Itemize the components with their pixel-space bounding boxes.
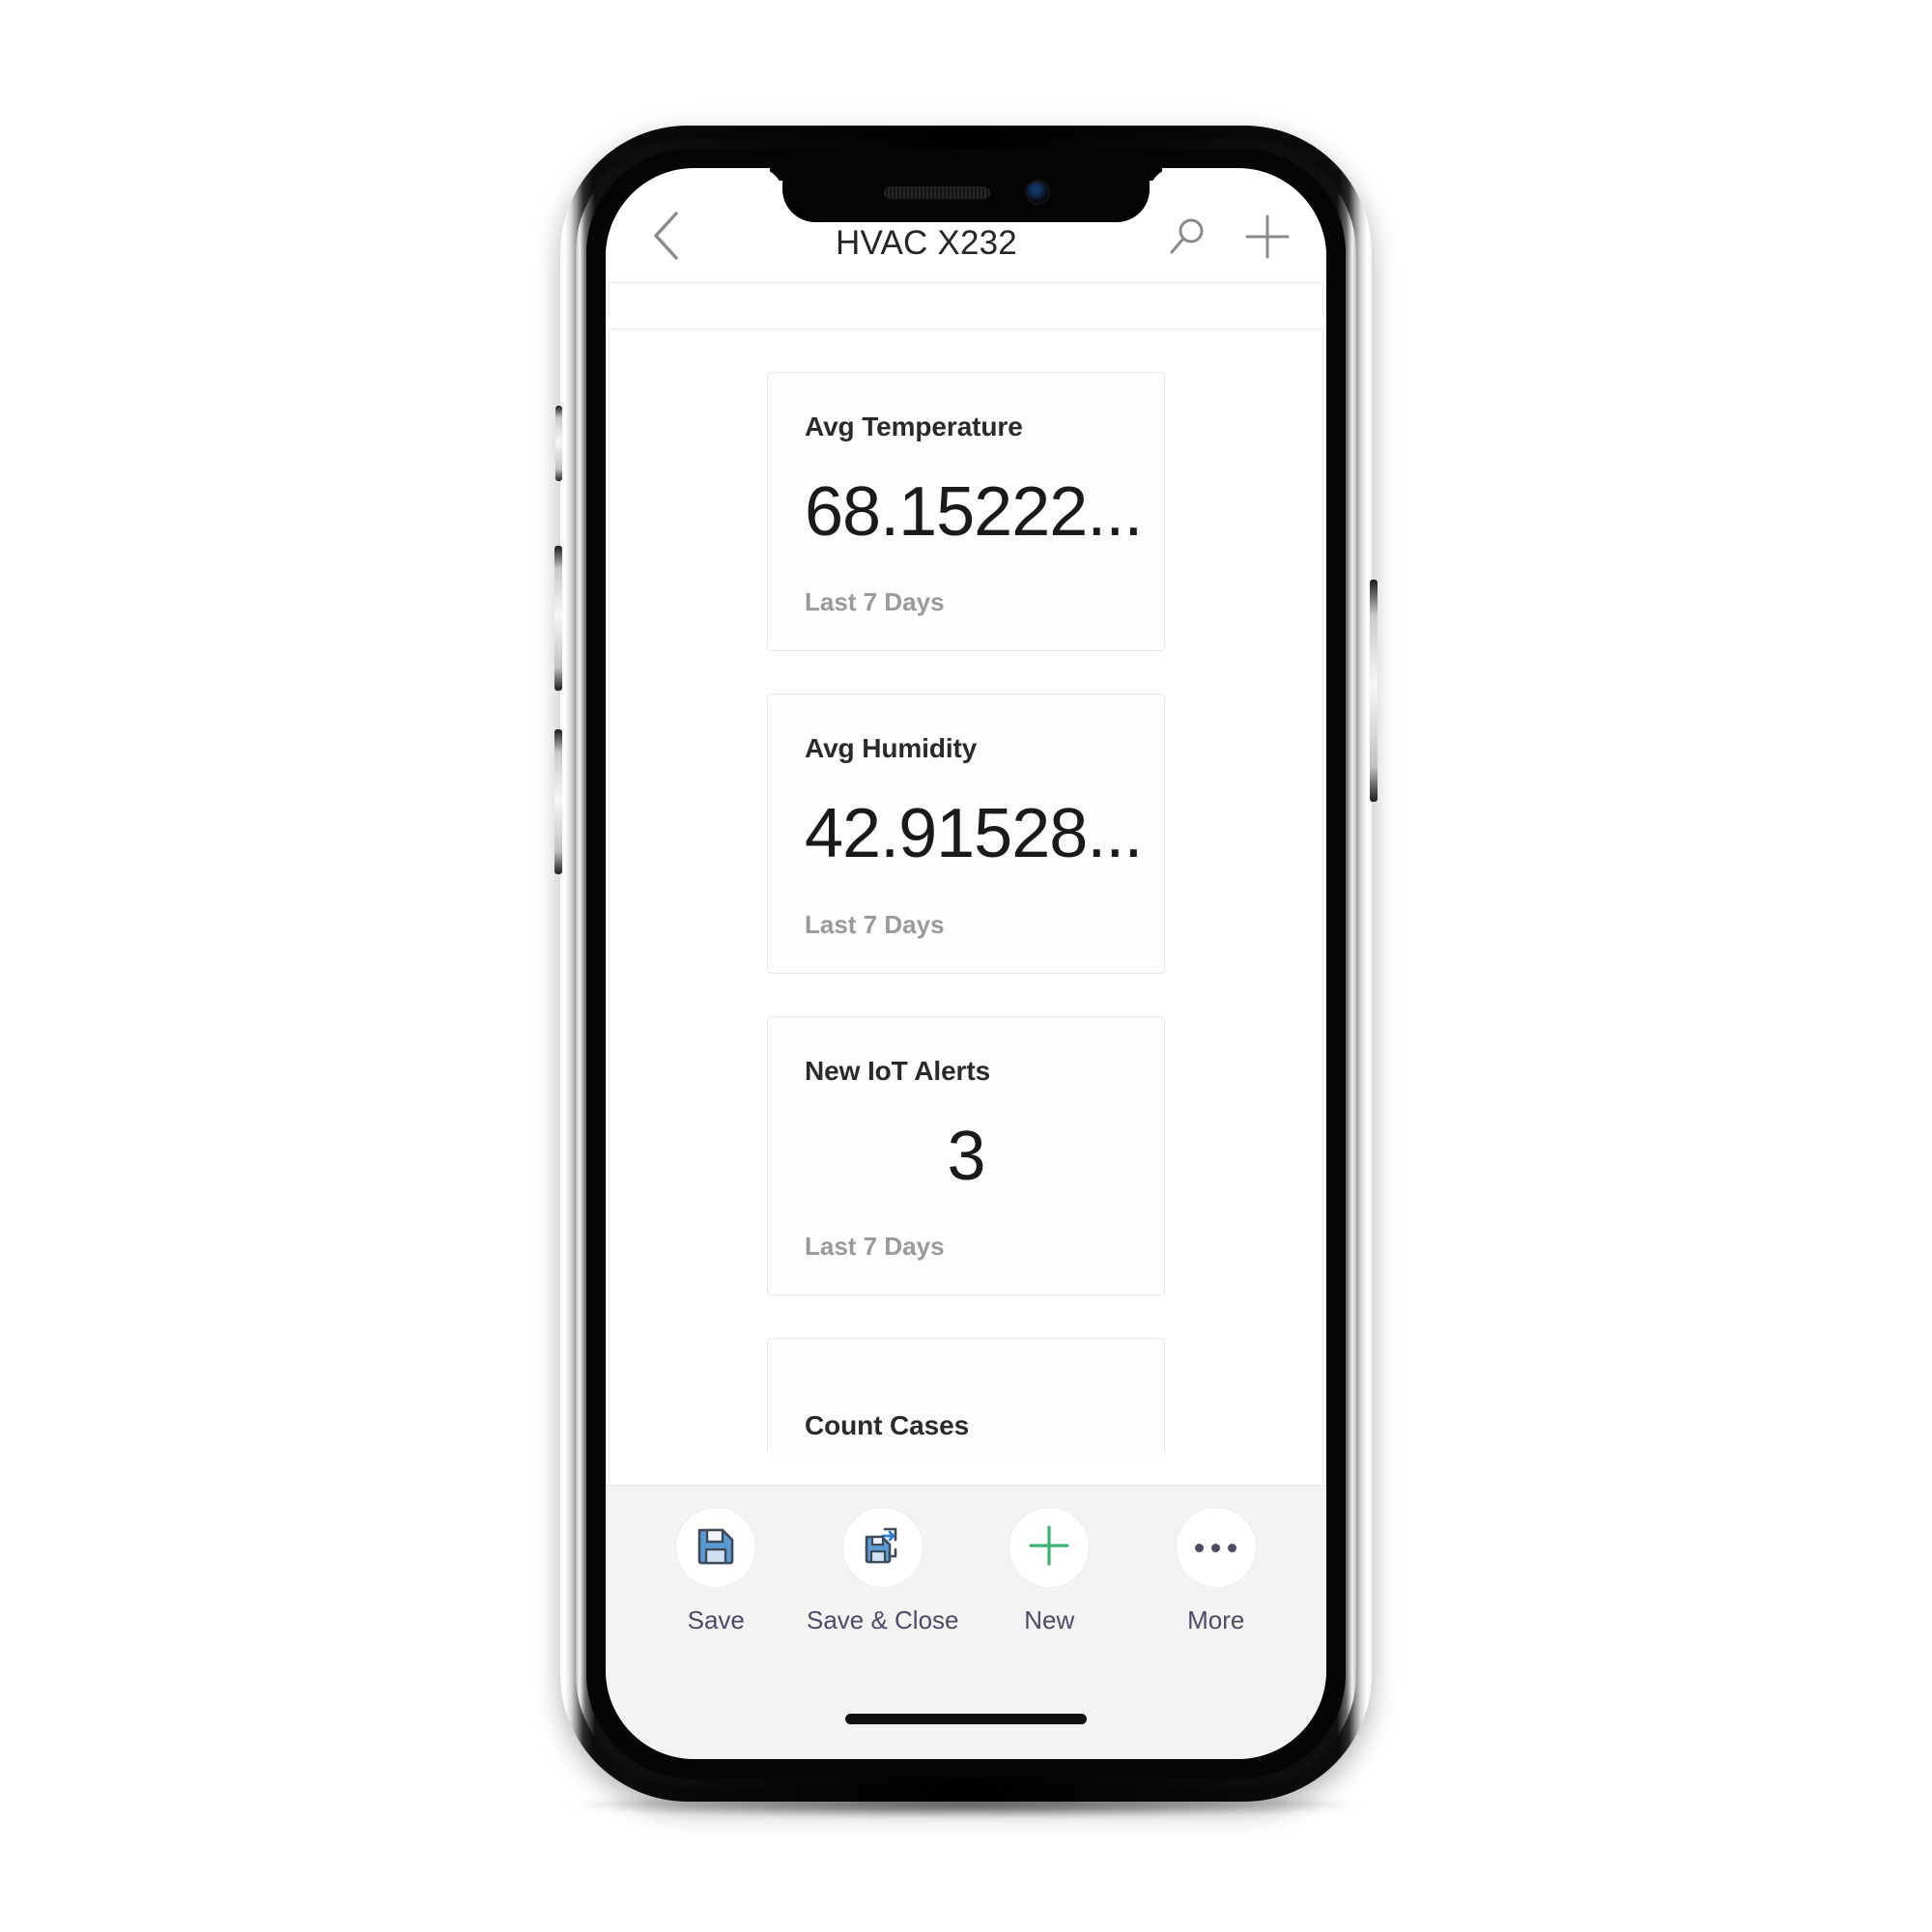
search-icon — [1163, 213, 1209, 265]
save-and-close-button-label: Save & Close — [806, 1605, 959, 1634]
chevron-left-icon — [649, 210, 682, 267]
new-button[interactable]: New — [977, 1507, 1122, 1635]
mute-switch-button[interactable] — [555, 406, 562, 481]
save-and-close-button[interactable]: Save & Close — [807, 1507, 959, 1635]
kpi-period-label: Last 7 Days — [805, 587, 945, 617]
more-button-circle — [1175, 1507, 1257, 1588]
save-button-circle — [675, 1507, 757, 1588]
ellipsis-dot — [1195, 1543, 1205, 1552]
kpi-value: 3 — [947, 1117, 985, 1195]
phone-device-frame: HVAC X232 Avg Temperature 68.15222... La… — [554, 126, 1378, 1802]
volume-up-button[interactable] — [554, 546, 562, 691]
new-button-label: New — [1024, 1605, 1075, 1634]
search-button[interactable] — [1156, 209, 1216, 269]
earpiece-speaker-icon — [884, 185, 990, 199]
floppy-disk-icon — [695, 1524, 737, 1572]
kpi-period-label: Last 7 Days — [805, 1231, 945, 1261]
ellipsis-icon — [1195, 1543, 1237, 1552]
screenshot-canvas: HVAC X232 Avg Temperature 68.15222... La… — [0, 0, 1932, 1932]
ellipsis-dot — [1228, 1543, 1237, 1552]
more-button[interactable]: More — [1144, 1507, 1289, 1635]
kpi-title: Avg Temperature — [805, 412, 1023, 441]
back-button[interactable] — [635, 207, 696, 269]
kpi-card-avg-humidity[interactable]: Avg Humidity 42.91528... Last 7 Days — [767, 694, 1165, 974]
kpi-title: New IoT Alerts — [805, 1055, 991, 1086]
kpi-value: 68.15222... — [805, 473, 1143, 551]
kpi-card-count-cases[interactable]: Count Cases — [767, 1337, 1165, 1454]
app-header-actions — [1156, 209, 1297, 269]
kpi-card-new-iot-alerts[interactable]: New IoT Alerts 3 Last 7 Days — [767, 1015, 1165, 1295]
home-indicator[interactable] — [845, 1713, 1087, 1724]
front-camera-icon — [1027, 182, 1048, 203]
plus-icon — [1242, 212, 1293, 267]
power-button[interactable] — [1370, 580, 1378, 802]
kpi-card-list: Avg Temperature 68.15222... Last 7 Days … — [610, 329, 1322, 1454]
floppy-disk-arrow-icon — [861, 1523, 905, 1573]
save-button-label: Save — [687, 1605, 745, 1634]
ellipsis-dot — [1211, 1543, 1221, 1552]
volume-down-button[interactable] — [554, 729, 562, 874]
bottom-command-bar: Save Save & Close New More — [606, 1485, 1326, 1678]
clipped-section-strip — [609, 282, 1323, 317]
kpi-card-avg-temperature[interactable]: Avg Temperature 68.15222... Last 7 Days — [767, 372, 1165, 652]
kpi-title: Count Cases — [805, 1409, 970, 1440]
more-button-label: More — [1187, 1605, 1245, 1634]
phone-screen: HVAC X232 Avg Temperature 68.15222... La… — [606, 168, 1326, 1759]
save-button[interactable]: Save — [643, 1507, 788, 1635]
new-button-circle — [1009, 1507, 1091, 1588]
page-title: HVAC X232 — [836, 224, 1017, 262]
device-notch — [782, 168, 1150, 222]
add-new-button[interactable] — [1237, 209, 1297, 269]
save-and-close-button-circle — [841, 1507, 923, 1588]
kpi-value: 42.91528... — [805, 795, 1143, 873]
kpi-title: Avg Humidity — [805, 733, 978, 764]
dashboard-scroll-area[interactable]: Avg Temperature 68.15222... Last 7 Days … — [609, 328, 1323, 1485]
kpi-period-label: Last 7 Days — [805, 909, 945, 939]
plus-icon — [1025, 1521, 1073, 1575]
app-root: HVAC X232 Avg Temperature 68.15222... La… — [606, 168, 1326, 1759]
home-indicator-area — [606, 1678, 1326, 1759]
